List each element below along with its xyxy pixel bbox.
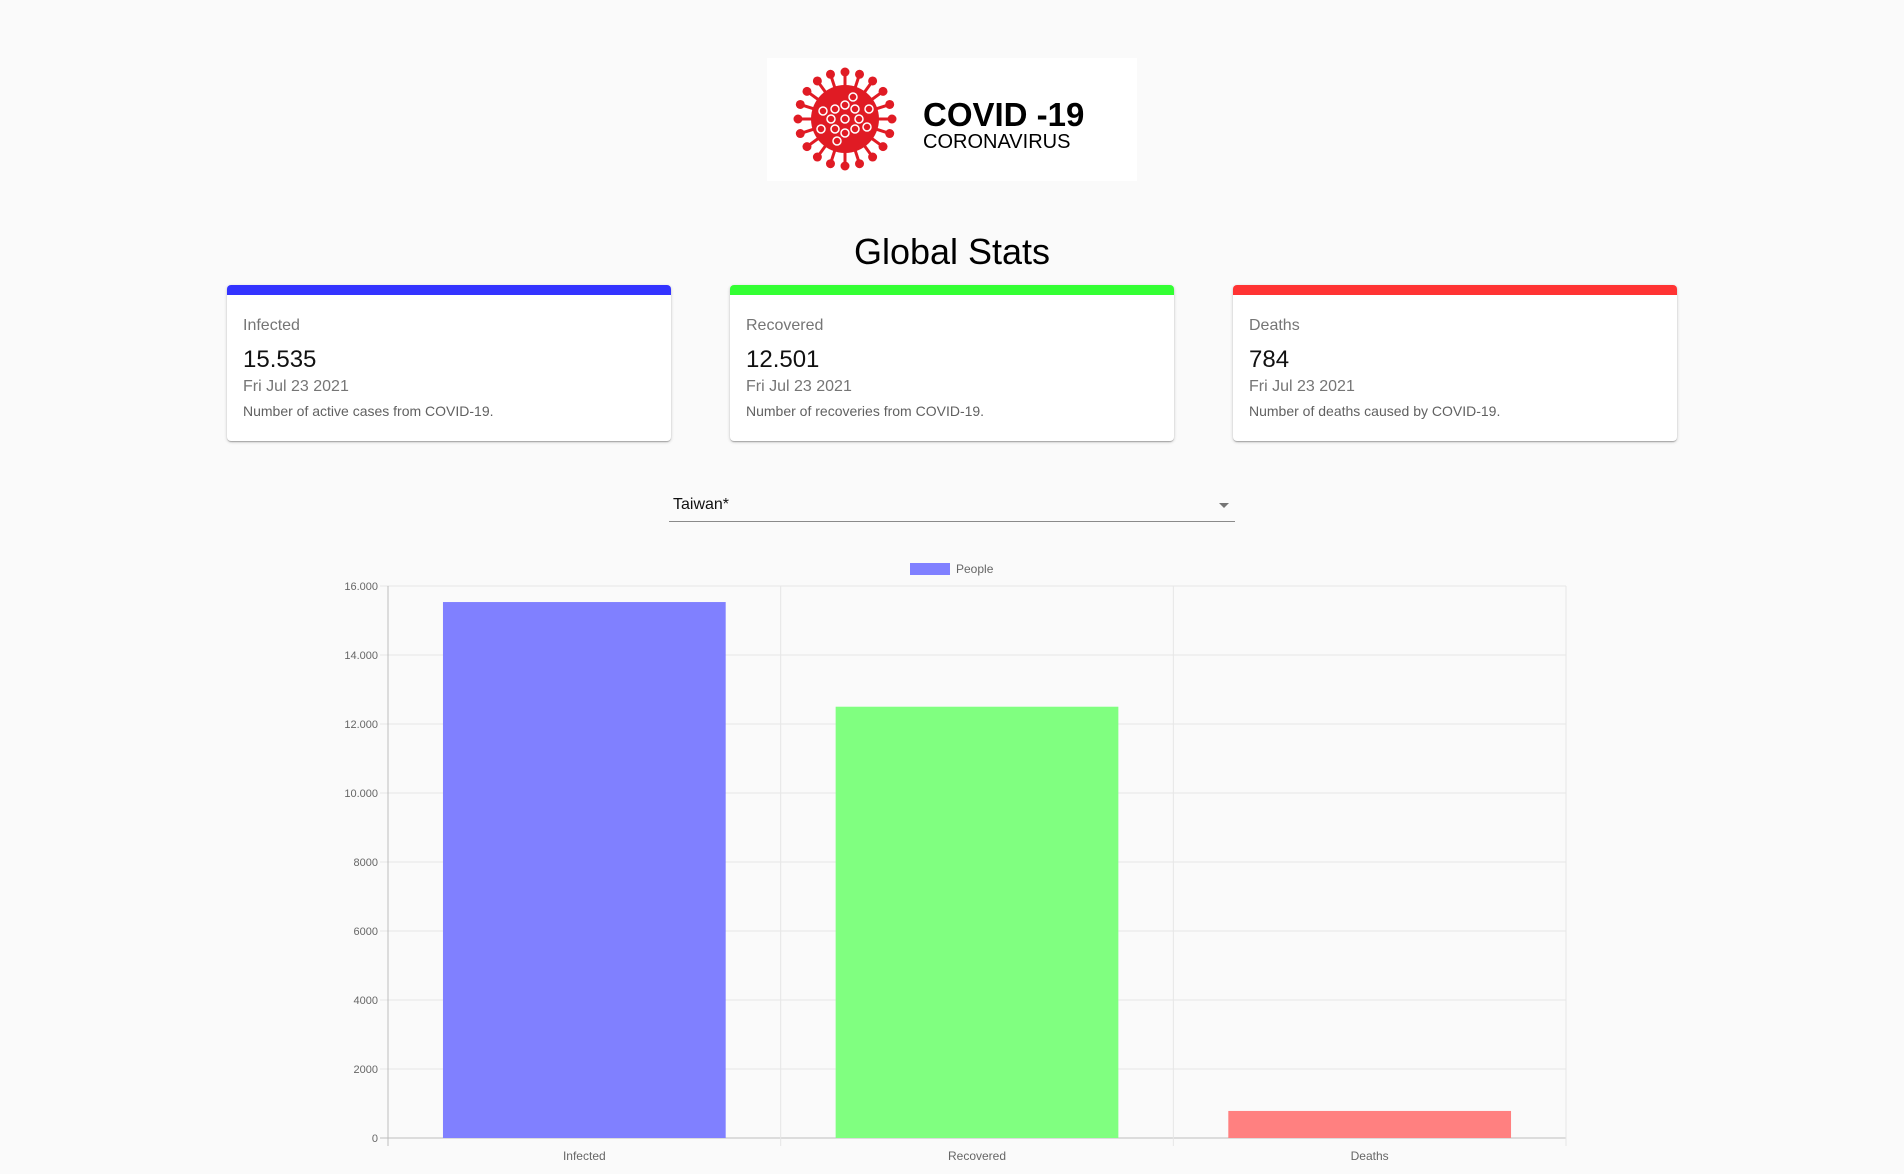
x-tick-label: Infected — [563, 1149, 606, 1163]
bar-deaths — [1228, 1110, 1512, 1138]
x-tick-label: Recovered — [948, 1149, 1006, 1163]
legend-label: People — [956, 562, 994, 576]
y-tick-label: 2000 — [354, 1064, 378, 1076]
y-tick-label: 0 — [372, 1133, 378, 1145]
y-tick-label: 8000 — [354, 857, 378, 869]
bar-chart: 0 2000 4000 6000 8000 10.000 12.000 14.000 16.00… — [344, 562, 1567, 1163]
legend-swatch — [910, 563, 950, 575]
x-tick-label: Deaths — [1351, 1149, 1389, 1163]
bar-recovered — [835, 706, 1119, 1138]
y-tick-label: 4000 — [354, 995, 378, 1007]
y-tick-label: 12.000 — [344, 719, 378, 731]
y-tick-label: 16.000 — [344, 581, 378, 593]
y-tick-label: 14.000 — [344, 650, 378, 662]
y-tick-label: 6000 — [354, 926, 378, 938]
bar-infected — [442, 602, 726, 1138]
y-tick-label: 10.000 — [344, 788, 378, 800]
